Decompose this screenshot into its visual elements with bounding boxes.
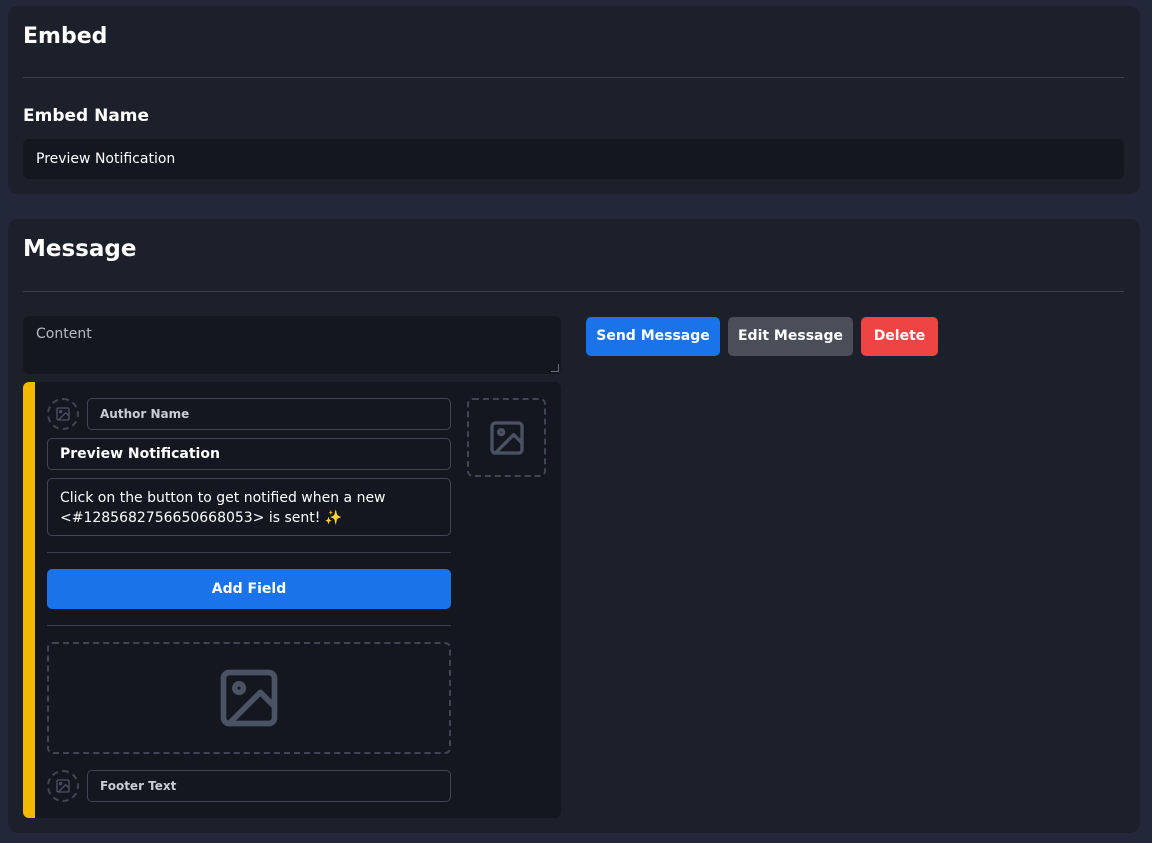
- embed-title-input[interactable]: Preview Notification: [47, 438, 451, 470]
- embed-divider-top: [47, 552, 451, 553]
- footer-text-input[interactable]: Footer Text: [87, 770, 451, 802]
- content-placeholder: Content: [36, 326, 92, 342]
- footer-icon-upload[interactable]: [47, 770, 79, 802]
- message-card: Message Content Author Name Preview Noti…: [8, 219, 1140, 833]
- message-title: Message: [23, 236, 137, 262]
- embed-divider-bottom: [47, 625, 451, 626]
- embed-name-input[interactable]: Preview Notification: [23, 139, 1124, 179]
- image-upload[interactable]: [47, 642, 451, 754]
- delete-button[interactable]: Delete: [861, 317, 938, 356]
- content-textarea[interactable]: Content: [23, 316, 561, 374]
- author-icon-upload[interactable]: [47, 398, 79, 430]
- send-message-button[interactable]: Send Message: [586, 317, 720, 356]
- embed-divider: [23, 77, 1124, 78]
- image-icon: [56, 779, 70, 793]
- embed-preview-box: Author Name Preview Notification Click o…: [23, 382, 561, 818]
- message-divider: [23, 291, 1124, 292]
- image-icon: [489, 420, 524, 455]
- thumbnail-upload[interactable]: [467, 398, 546, 477]
- edit-message-button[interactable]: Edit Message: [728, 317, 853, 356]
- add-field-button[interactable]: Add Field: [47, 569, 451, 609]
- embed-description-input[interactable]: Click on the button to get notified when…: [47, 478, 451, 536]
- image-icon: [56, 407, 70, 421]
- image-icon: [220, 669, 278, 727]
- resize-grip-icon[interactable]: [551, 364, 559, 372]
- embed-title: Embed: [23, 24, 108, 49]
- embed-name-label: Embed Name: [23, 106, 150, 126]
- embed-color-stripe[interactable]: [23, 382, 35, 818]
- embed-card: Embed Embed Name Preview Notification: [8, 6, 1140, 194]
- author-name-input[interactable]: Author Name: [87, 398, 451, 430]
